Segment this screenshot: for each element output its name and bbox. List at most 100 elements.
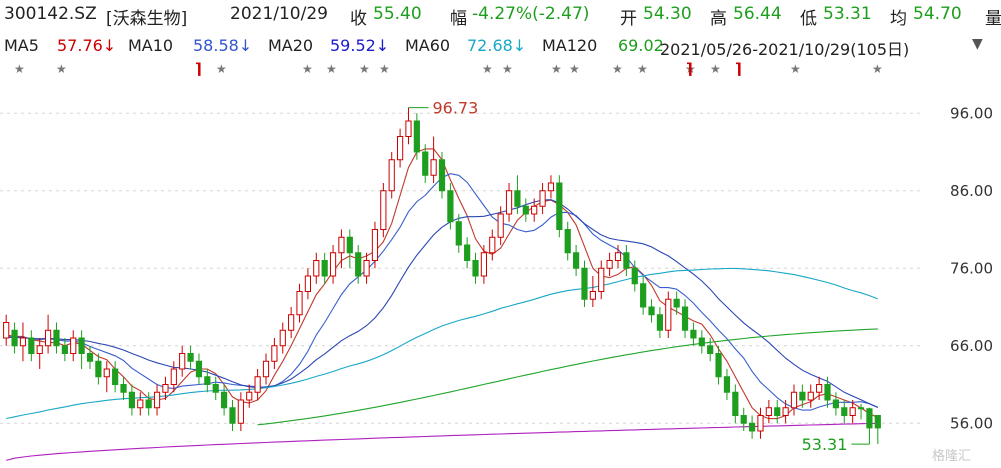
candle-body [11, 329, 18, 347]
candle [346, 229, 353, 269]
candle-body [489, 236, 496, 254]
candle [790, 384, 798, 416]
candle [137, 392, 144, 416]
candle [564, 221, 571, 261]
candle-body [832, 399, 840, 409]
candle [19, 322, 27, 362]
candle [195, 353, 203, 385]
candle-body [698, 337, 705, 347]
candle [480, 245, 488, 284]
candle-body [765, 407, 772, 416]
candle-body [472, 260, 479, 277]
candle-body [614, 252, 622, 261]
candle [698, 330, 705, 354]
candle-body [799, 391, 806, 401]
candle-body [86, 353, 94, 362]
candle-body [329, 252, 337, 277]
candle-body [648, 306, 655, 316]
candle-body [162, 384, 169, 393]
y-tick-label: 76.00 [950, 259, 993, 277]
candle [28, 330, 35, 362]
candle [707, 338, 714, 362]
candle-body [807, 391, 814, 401]
candle [782, 400, 789, 424]
candle-body [36, 345, 43, 354]
low-annotation-label: 53.31 [802, 435, 848, 454]
candle [589, 276, 596, 307]
candle [522, 198, 529, 222]
candle [472, 252, 479, 284]
candle [396, 128, 404, 168]
candle [237, 392, 244, 431]
candle [288, 307, 295, 338]
candle-body [866, 408, 873, 429]
candle [748, 415, 756, 439]
candle-body [849, 407, 856, 416]
candle [220, 384, 228, 416]
candle-body [874, 415, 881, 429]
candle [128, 384, 136, 416]
candle-body [388, 159, 395, 192]
candle-body [623, 252, 630, 269]
candle-body [606, 260, 613, 269]
candle-body [145, 399, 152, 409]
candle-body [572, 252, 580, 269]
candle [363, 252, 370, 284]
candle [212, 376, 219, 400]
candle-body [665, 298, 672, 331]
candle-body [640, 283, 647, 308]
y-tick-label: 86.00 [950, 182, 993, 200]
candle [866, 407, 873, 445]
candle [723, 369, 731, 400]
candle [732, 384, 739, 424]
candle-body [816, 384, 823, 393]
candle-body [656, 314, 664, 331]
candle-body [824, 384, 831, 401]
candle [254, 369, 261, 400]
candle-body [137, 399, 144, 409]
candle-body [78, 337, 85, 354]
candle [841, 400, 848, 424]
candle [153, 384, 161, 416]
candle-body [547, 182, 555, 192]
candle [598, 260, 605, 300]
candle-body [732, 391, 739, 416]
candle [179, 345, 186, 377]
candle-body [740, 415, 747, 424]
candle-body [673, 298, 680, 308]
candlestick-chart: 96.73 53.31 96.00 86.00 76.00 66.00 56.00 格隆汇 [0, 99, 993, 464]
candle-body [748, 422, 756, 432]
candle [304, 268, 312, 300]
candle-body [455, 221, 462, 246]
candle [807, 384, 814, 408]
candle-body [782, 407, 789, 416]
candle [464, 237, 471, 269]
candle-body [430, 159, 437, 176]
candle [623, 245, 630, 276]
candle-body [237, 399, 244, 424]
candle [547, 175, 555, 199]
candle [489, 229, 496, 261]
candle-body [254, 376, 261, 393]
candle-body [120, 384, 127, 393]
candle-body [229, 407, 236, 424]
candle [681, 299, 689, 338]
candle-body [271, 345, 278, 362]
candle-body [531, 205, 538, 215]
candle [53, 322, 60, 354]
candle [271, 338, 278, 369]
y-tick-label: 96.00 [950, 104, 993, 122]
watermark-text: 格隆汇 [932, 448, 971, 464]
candle [44, 314, 52, 354]
candle-body [279, 329, 286, 347]
candle-body [422, 151, 429, 176]
candle [95, 353, 102, 385]
candle-body [195, 360, 203, 378]
candle [581, 260, 588, 307]
ma20-line [6, 199, 879, 409]
candle-body [187, 353, 194, 362]
candle-body [857, 407, 865, 410]
candle-body [790, 391, 798, 409]
candle [70, 330, 77, 362]
candle-body [346, 236, 353, 254]
